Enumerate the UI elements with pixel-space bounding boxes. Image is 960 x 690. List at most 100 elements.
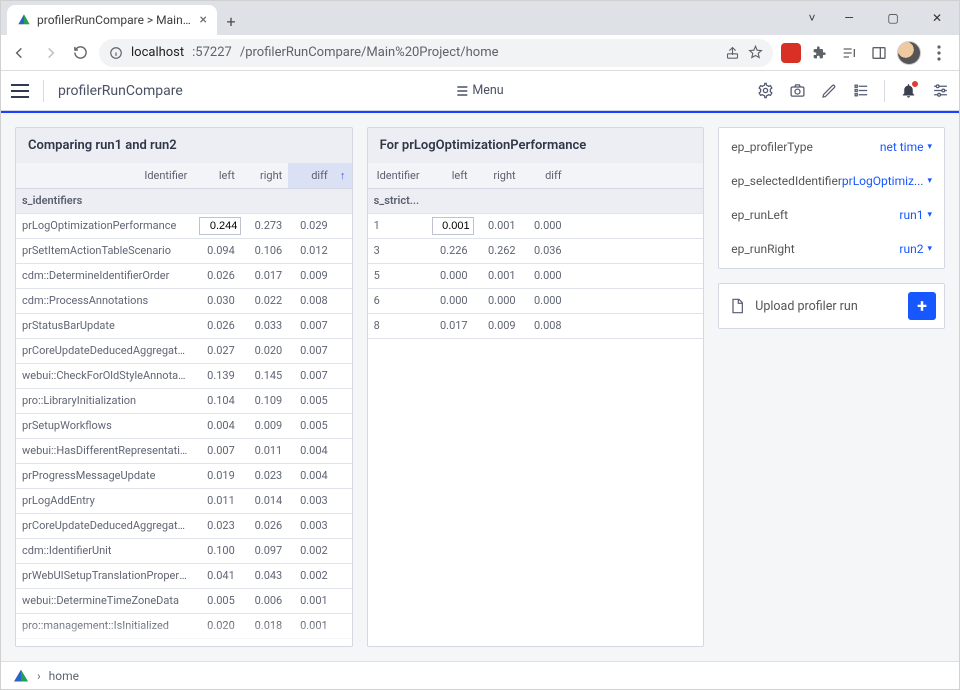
window-minimize-icon[interactable]: — (827, 1, 871, 35)
window-maximize-icon[interactable]: ▢ (871, 1, 915, 35)
compare-panel: Comparing run1 and run2 Identifier left … (15, 127, 353, 647)
property-label: ep_runLeft (731, 208, 899, 222)
chrome-menu-icon[interactable] (927, 41, 951, 65)
property-row[interactable]: ep_selectedIdentifierprLogOptimiz... ▾ (719, 164, 944, 198)
properties-card: ep_profilerTypenet time ▾ep_selectedIden… (718, 127, 945, 269)
compare-table-header: Identifier left right diff ↑ (16, 163, 352, 189)
list-icon[interactable] (852, 82, 870, 100)
property-row[interactable]: ep_profilerTypenet time ▾ (719, 130, 944, 164)
compare-table-body[interactable]: s_identifiersprLogOptimizationPerformanc… (16, 189, 352, 646)
table-row[interactable]: prSetupWorkflows0.0040.0090.005 (16, 414, 352, 439)
side-panel-icon[interactable] (867, 41, 891, 65)
app-title: profilerRunCompare (58, 83, 183, 99)
col-right[interactable]: right (241, 163, 288, 188)
table-row[interactable]: 30.2260.2620.036 (368, 239, 704, 264)
browser-extension-area (781, 41, 951, 65)
menu-hamburger-icon (456, 86, 468, 96)
extensions-puzzle-icon[interactable] (807, 41, 831, 65)
table-row[interactable]: cdm::IdentifierUnit0.1000.0970.002 (16, 539, 352, 564)
table-row[interactable]: prStatusBarUpdate0.0260.0330.007 (16, 314, 352, 339)
col-identifier[interactable]: Identifier (16, 163, 193, 188)
table-row[interactable]: cdm::LocalizationReadLanguage0.0420.0430… (16, 639, 352, 646)
detail-table-body[interactable]: s_strict...10.0010.00030.2260.2620.03650… (368, 189, 704, 646)
table-row[interactable]: 10.0010.000 (368, 214, 704, 239)
profile-avatar[interactable] (897, 41, 921, 65)
table-row[interactable]: 60.0000.0000.000 (368, 289, 704, 314)
nav-back-button[interactable] (9, 42, 31, 64)
bookmark-star-icon[interactable] (748, 45, 763, 60)
detail-panel: For prLogOptimizationPerformance Identif… (367, 127, 705, 647)
table-row[interactable]: prLogAddEntry0.0110.0140.003 (16, 489, 352, 514)
sidebar-panels: ep_profilerTypenet time ▾ep_selectedIden… (718, 127, 945, 647)
filter-sliders-icon[interactable] (931, 82, 949, 100)
menu-label: Menu (472, 83, 503, 98)
toolbar-separator (884, 80, 885, 102)
browser-tab[interactable]: profilerRunCompare > Main Proj × (7, 5, 217, 35)
sort-arrow-icon[interactable]: ↑ (334, 163, 352, 188)
cell-input[interactable] (199, 217, 240, 235)
col-left[interactable]: left (426, 163, 474, 188)
camera-icon[interactable] (788, 82, 806, 100)
extension-red-icon[interactable] (781, 43, 801, 63)
tab-close-icon[interactable]: × (200, 12, 207, 28)
table-row[interactable]: webui::CheckForOldStyleAnnotations0.1390… (16, 364, 352, 389)
table-row[interactable]: 50.0000.0010.000 (368, 264, 704, 289)
settings-gear-icon[interactable] (756, 82, 774, 100)
notifications-bell-icon[interactable] (899, 82, 917, 100)
table-row[interactable]: cdm::ProcessAnnotations0.0300.0220.008 (16, 289, 352, 314)
app-toolbar: profilerRunCompare Menu (1, 71, 959, 111)
new-tab-button[interactable]: + (217, 7, 245, 35)
breadcrumb-home[interactable]: home (49, 669, 79, 683)
property-value[interactable]: prLogOptimiz... ▾ (842, 174, 932, 188)
property-value[interactable]: run1 ▾ (899, 208, 932, 222)
col-right[interactable]: right (474, 163, 522, 188)
edit-pencil-icon[interactable] (820, 82, 838, 100)
nav-forward-button[interactable] (39, 42, 61, 64)
toolbar-separator (43, 80, 44, 102)
upload-card: Upload profiler run + (718, 283, 945, 329)
cell-input[interactable] (432, 217, 474, 235)
window-close-icon[interactable]: ✕ (915, 1, 959, 35)
upload-add-button[interactable]: + (908, 292, 936, 320)
table-row[interactable]: prCoreUpdateDeducedAggregatedSp...0.0270… (16, 339, 352, 364)
col-identifier[interactable]: Identifier (368, 163, 426, 188)
hamburger-menu-icon[interactable] (11, 84, 29, 98)
table-row[interactable]: webui::DetermineTimeZoneData0.0050.0060.… (16, 589, 352, 614)
reading-list-icon[interactable] (837, 41, 861, 65)
url-bar[interactable]: localhost:57227/profilerRunCompare/Main%… (99, 39, 773, 67)
table-row[interactable]: 80.0170.0090.008 (368, 314, 704, 339)
table-row[interactable]: prWebUISetupTranslationProperties0.0410.… (16, 564, 352, 589)
browser-tabstrip: profilerRunCompare > Main Proj × + ˅ — ▢… (1, 1, 959, 35)
table-row[interactable]: prLogOptimizationPerformance0.2730.029 (16, 214, 352, 239)
detail-table-header: Identifier left right diff (368, 163, 704, 189)
col-left[interactable]: left (193, 163, 240, 188)
table-row[interactable]: prProgressMessageUpdate0.0190.0230.004 (16, 464, 352, 489)
dropdown-caret-icon: ▾ (927, 210, 932, 220)
property-value[interactable]: net time ▾ (880, 140, 932, 154)
group-row[interactable]: s_strict... (368, 189, 704, 214)
site-info-icon[interactable] (109, 46, 123, 60)
table-row[interactable]: cdm::DetermineIdentifierOrder0.0260.0170… (16, 264, 352, 289)
dropdown-caret-icon: ▾ (927, 142, 932, 152)
property-label: ep_selectedIdentifier (731, 174, 842, 188)
url-host: localhost (131, 45, 184, 60)
window-dropdown-icon[interactable]: ˅ (797, 1, 827, 35)
window-controls: ˅ — ▢ ✕ (797, 1, 959, 35)
col-diff[interactable]: diff (288, 163, 333, 188)
menu-dropdown[interactable]: Menu (456, 83, 503, 98)
table-row[interactable]: pro::management::IsInitialized0.0200.018… (16, 614, 352, 639)
table-row[interactable]: pro::LibraryInitialization0.1040.1090.00… (16, 389, 352, 414)
col-diff[interactable]: diff (522, 163, 568, 188)
share-icon[interactable] (725, 45, 740, 60)
table-row[interactable]: prCoreUpdateDeducedAggregatedSp...0.0230… (16, 514, 352, 539)
dropdown-caret-icon: ▾ (927, 244, 932, 254)
property-row[interactable]: ep_runRightrun2 ▾ (719, 232, 944, 266)
table-row[interactable]: prSetItemActionTableScenario0.0940.1060.… (16, 239, 352, 264)
property-row[interactable]: ep_runLeftrun1 ▾ (719, 198, 944, 232)
table-row[interactable]: webui::HasDifferentRepresentationW...0.0… (16, 439, 352, 464)
property-value[interactable]: run2 ▾ (899, 242, 932, 256)
nav-reload-button[interactable] (69, 42, 91, 64)
url-port: :57227 (192, 45, 232, 60)
detail-panel-title: For prLogOptimizationPerformance (368, 128, 704, 163)
group-row[interactable]: s_identifiers (16, 189, 352, 214)
